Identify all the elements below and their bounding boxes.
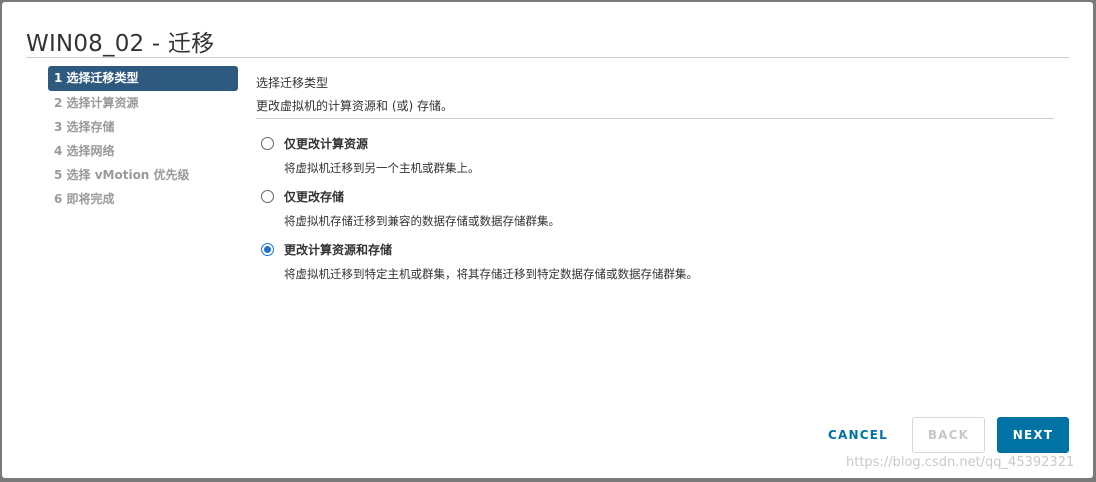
- step-select-compute-resource[interactable]: 2 选择计算资源: [48, 91, 238, 115]
- step-select-migration-type[interactable]: 1 选择迁移类型: [48, 66, 238, 91]
- option-compute-and-storage: 更改计算资源和存储 将虚拟机迁移到特定主机或群集，将其存储迁移到特定数据存储或数…: [256, 241, 698, 282]
- back-button[interactable]: BACK: [912, 417, 985, 453]
- option-compute-and-storage-label[interactable]: 更改计算资源和存储: [284, 241, 392, 258]
- wizard-steps: 1 选择迁移类型 2 选择计算资源 3 选择存储 4 选择网络 5 选择 vMo…: [48, 66, 238, 211]
- option-compute-only-label[interactable]: 仅更改计算资源: [284, 135, 368, 152]
- content-heading: 选择迁移类型: [256, 76, 329, 90]
- option-compute-only-description: 将虚拟机迁移到另一个主机或群集上。: [284, 161, 480, 175]
- next-button[interactable]: NEXT: [997, 417, 1069, 453]
- radio-compute-only[interactable]: [261, 137, 274, 150]
- radio-storage-only[interactable]: [261, 190, 274, 203]
- step-select-storage[interactable]: 3 选择存储: [48, 115, 238, 139]
- radio-compute-and-storage[interactable]: [261, 243, 274, 256]
- dialog-title: WIN08_02 - 迁移: [26, 31, 215, 57]
- content-subheading: 更改虚拟机的计算资源和 (或) 存储。: [256, 99, 453, 113]
- title-divider: [26, 57, 1069, 58]
- option-compute-only: 仅更改计算资源 将虚拟机迁移到另一个主机或群集上。: [256, 135, 480, 176]
- option-storage-only: 仅更改存储 将虚拟机存储迁移到兼容的数据存储或数据存储群集。: [256, 188, 560, 229]
- watermark: https://blog.csdn.net/qq_45392321: [846, 455, 1075, 470]
- step-content: 选择迁移类型 更改虚拟机的计算资源和 (或) 存储。: [256, 74, 1056, 119]
- step-ready-to-complete[interactable]: 6 即将完成: [48, 187, 238, 211]
- option-storage-only-description: 将虚拟机存储迁移到兼容的数据存储或数据存储群集。: [284, 214, 560, 228]
- step-select-network[interactable]: 4 选择网络: [48, 139, 238, 163]
- cancel-button[interactable]: CANCEL: [818, 417, 898, 453]
- option-storage-only-label[interactable]: 仅更改存储: [284, 188, 344, 205]
- option-compute-and-storage-description: 将虚拟机迁移到特定主机或群集，将其存储迁移到特定数据存储或数据存储群集。: [284, 267, 698, 281]
- content-divider: [256, 118, 1054, 119]
- step-select-vmotion-priority[interactable]: 5 选择 vMotion 优先级: [48, 163, 238, 187]
